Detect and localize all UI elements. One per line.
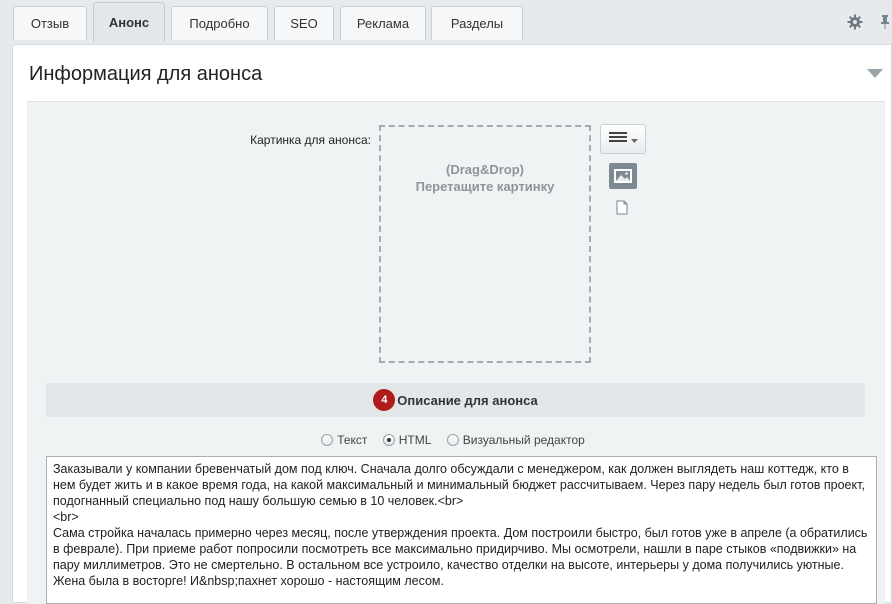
- step-badge: 4: [373, 389, 396, 411]
- mode-html-radio[interactable]: HTML: [382, 433, 432, 447]
- tab-advertising[interactable]: Реклама: [340, 6, 426, 40]
- tab-sections[interactable]: Разделы: [431, 6, 523, 40]
- radio-circle-icon: [446, 434, 459, 446]
- picture-menu-button[interactable]: [600, 124, 646, 154]
- chevron-down-icon[interactable]: [867, 69, 883, 78]
- chevron-down-icon: [630, 130, 638, 148]
- image-dropzone[interactable]: (Drag&Drop) Перетащите картинку: [379, 125, 591, 363]
- mode-visual-label: Визуальный редактор: [462, 433, 585, 447]
- dropzone-instruction: Перетащите картинку: [415, 179, 555, 194]
- hamburger-menu-icon: [608, 130, 627, 148]
- mode-text-radio[interactable]: Текст: [321, 433, 367, 447]
- radio-checked-icon: [382, 434, 395, 446]
- announce-panel: Информация для анонса Картинка для анонс…: [12, 44, 892, 604]
- description-section-header: 4 Описание для анонса: [46, 383, 865, 417]
- tab-review[interactable]: Отзыв: [13, 6, 87, 40]
- gear-icon[interactable]: [845, 12, 865, 32]
- mode-text-label: Текст: [337, 433, 368, 447]
- dropzone-hint: (Drag&Drop): [446, 162, 524, 177]
- description-title: Описание для анонса: [397, 392, 538, 408]
- panel-title: Информация для анонса: [29, 63, 263, 85]
- mode-html-label: HTML: [398, 433, 432, 447]
- editor-mode-switch: Текст HTML Визуальный редактор: [13, 433, 892, 449]
- pin-icon[interactable]: [878, 12, 892, 32]
- radio-circle-icon: [321, 434, 334, 446]
- tab-bar: Отзыв Анонс Подробно SEO Реклама Разделы: [0, 0, 892, 44]
- file-icon[interactable]: [616, 200, 630, 216]
- image-icon[interactable]: [609, 163, 637, 189]
- tab-details[interactable]: Подробно: [171, 6, 268, 40]
- description-html-editor[interactable]: Заказывали у компании бревенчатый дом по…: [46, 456, 877, 604]
- picture-label: Картинка для анонса:: [250, 133, 371, 147]
- tab-announce[interactable]: Анонс: [93, 2, 165, 42]
- mode-visual-radio[interactable]: Визуальный редактор: [446, 433, 585, 447]
- tab-seo[interactable]: SEO: [274, 6, 334, 40]
